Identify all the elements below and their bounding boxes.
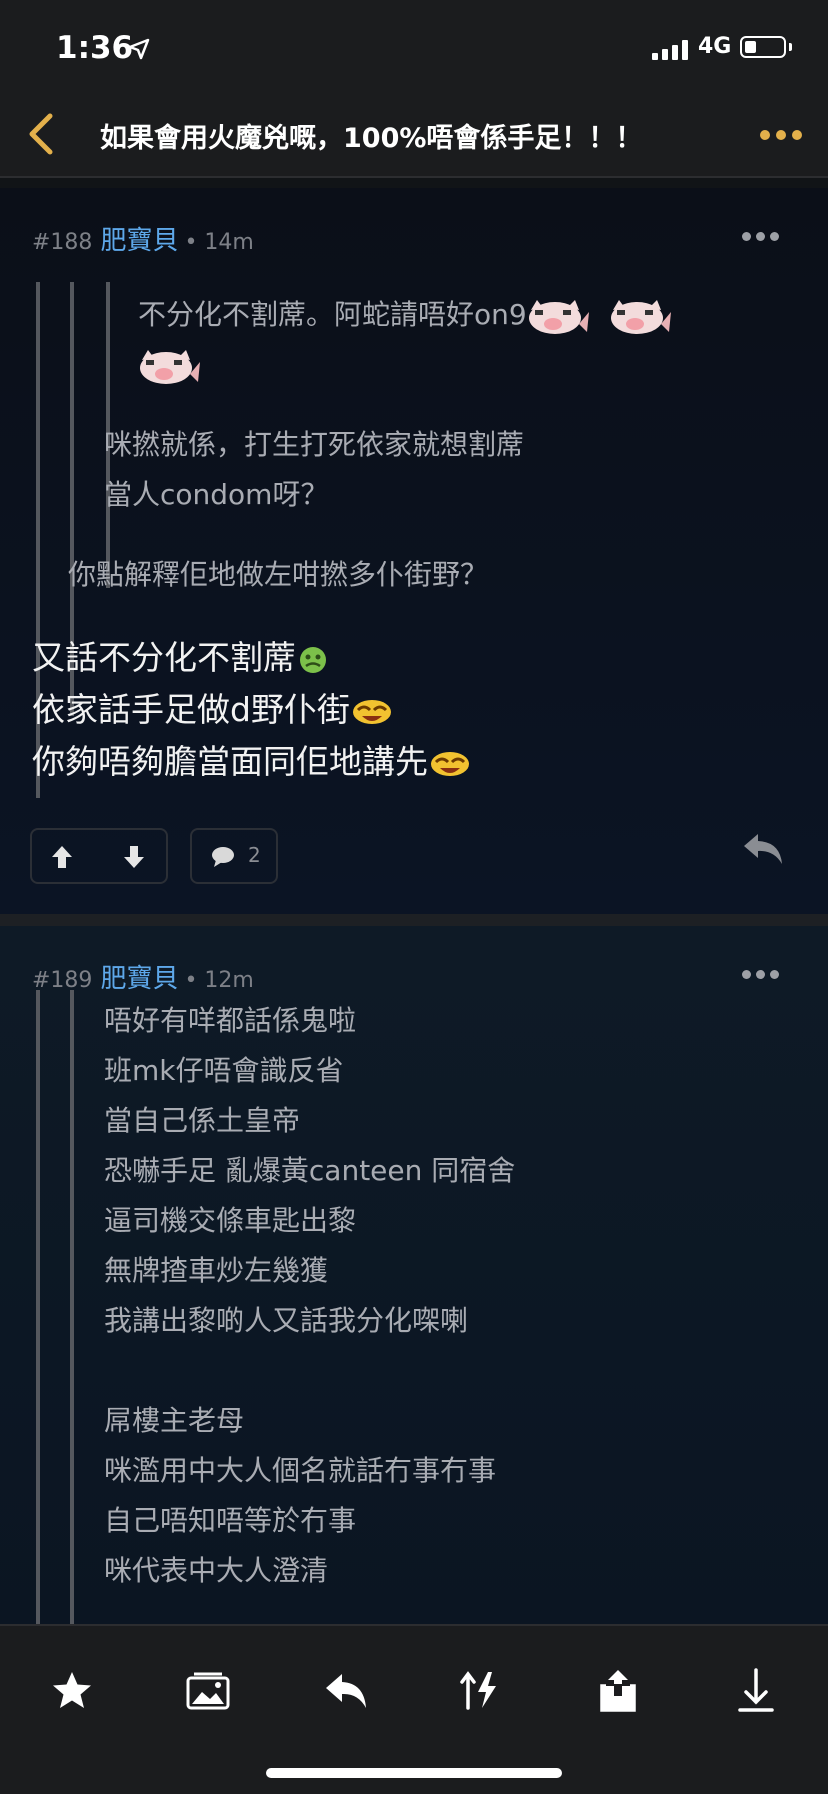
sick-face-icon — [300, 646, 326, 673]
quote-line: 屌樓主老母 — [104, 1404, 245, 1437]
network-type: 4G — [698, 34, 732, 59]
quote-bar-outer — [36, 990, 40, 1630]
comment-count: 2 — [248, 843, 261, 867]
battery-cap — [789, 43, 792, 51]
reply-icon[interactable] — [742, 832, 784, 866]
status-bar: 1:36 4G — [0, 0, 828, 96]
quote-inner-sticker-row — [138, 340, 202, 390]
comment-button[interactable]: 2 — [190, 828, 278, 884]
pig-sticker-icon — [610, 300, 671, 334]
laughing-face-icon — [431, 751, 469, 776]
quote-line: 自己唔知唔等於冇事 — [104, 1504, 357, 1537]
quote-line: 我講出黎啲人又話我分化㗎喇 — [104, 1304, 469, 1337]
reply-all-icon[interactable] — [322, 1666, 370, 1714]
post-username[interactable]: 肥寶貝 — [100, 964, 178, 994]
bottom-toolbar — [0, 1624, 828, 1794]
post-189: #189 肥寶貝 • 12m 唔好有咩都話係鬼啦 班mk仔唔會識反省 當自己係土皇帝… — [0, 926, 828, 1630]
divider — [0, 178, 828, 188]
quote-line: 班mk仔唔會識反省 — [104, 1054, 344, 1087]
ellipsis-icon — [742, 232, 751, 241]
post-floor: #189 — [32, 968, 93, 993]
quote-bar-inner — [70, 990, 74, 1630]
thread-title: 如果會用火魔兇嘅，100%唔會係手足！！！ — [100, 123, 643, 154]
home-indicator — [266, 1768, 562, 1778]
post-188: #188 肥寶貝 • 14m 不分化不割蓆。阿蛇請唔好on9 咪撚就係，打生打死依家… — [0, 188, 828, 914]
jump-icon[interactable] — [458, 1666, 506, 1714]
quote-line: 咪濫用中大人個名就話冇事冇事 — [104, 1454, 497, 1487]
post-floor: #188 — [32, 230, 93, 255]
quote-line: 當自己係土皇帝 — [104, 1104, 301, 1137]
arrow-up-icon[interactable] — [50, 844, 74, 870]
signal-icon — [652, 40, 688, 60]
vote-box — [30, 828, 168, 884]
quote-mid-line: 咪撚就係，打生打死依家就想割蓆 — [104, 428, 525, 461]
status-time: 1:36 — [56, 30, 134, 66]
battery-icon — [740, 36, 786, 58]
post-meta: #189 肥寶貝 • 12m — [32, 958, 254, 995]
post-body-line: 又話不分化不割蓆 — [32, 632, 328, 684]
image-icon[interactable] — [184, 1666, 232, 1714]
nav-bar: 如果會用火魔兇嘅，100%唔會係手足！！！ — [0, 96, 828, 178]
quote-mid-line: 當人condom呀？ — [104, 478, 329, 511]
post-age: • 14m — [184, 230, 254, 255]
quote-line: 逼司機交條車匙出黎 — [104, 1204, 357, 1237]
arrow-down-icon[interactable] — [122, 844, 146, 870]
post-age: • 12m — [184, 968, 254, 993]
chevron-left-icon[interactable] — [22, 110, 62, 158]
comment-icon — [212, 847, 234, 867]
ellipsis-icon — [760, 130, 770, 140]
post-more-button[interactable] — [742, 970, 780, 982]
location-arrow-icon — [128, 38, 150, 60]
post-body-line: 你夠唔夠膽當面同佢地講先 — [32, 736, 470, 788]
post-meta: #188 肥寶貝 • 14m — [32, 220, 254, 257]
quote-inner-text: 不分化不割蓆。阿蛇請唔好on9 — [138, 290, 673, 340]
ellipsis-icon — [742, 970, 751, 979]
pig-sticker-icon — [140, 350, 200, 384]
download-icon[interactable] — [732, 1666, 780, 1714]
laughing-face-icon — [352, 699, 391, 724]
quote-outer-line: 你點解釋佢地做左咁撚多仆街野？ — [68, 558, 489, 591]
quote-line: 恐嚇手足 亂爆黃canteen 同宿舍 — [104, 1154, 516, 1187]
thread-more-button[interactable] — [756, 124, 806, 144]
share-icon[interactable] — [594, 1666, 642, 1714]
quote-line: 唔好有咩都話係鬼啦 — [104, 1004, 357, 1037]
post-body-line: 依家話手足做d野仆街 — [32, 684, 392, 736]
post-more-button[interactable] — [742, 232, 780, 244]
star-icon[interactable] — [48, 1666, 96, 1714]
pig-sticker-icon — [528, 300, 589, 334]
post-username[interactable]: 肥寶貝 — [100, 226, 178, 256]
post-separator — [0, 914, 828, 926]
quote-line: 無牌揸車炒左幾獲 — [104, 1254, 329, 1287]
quote-line: 咪代表中大人澄清 — [104, 1554, 329, 1587]
